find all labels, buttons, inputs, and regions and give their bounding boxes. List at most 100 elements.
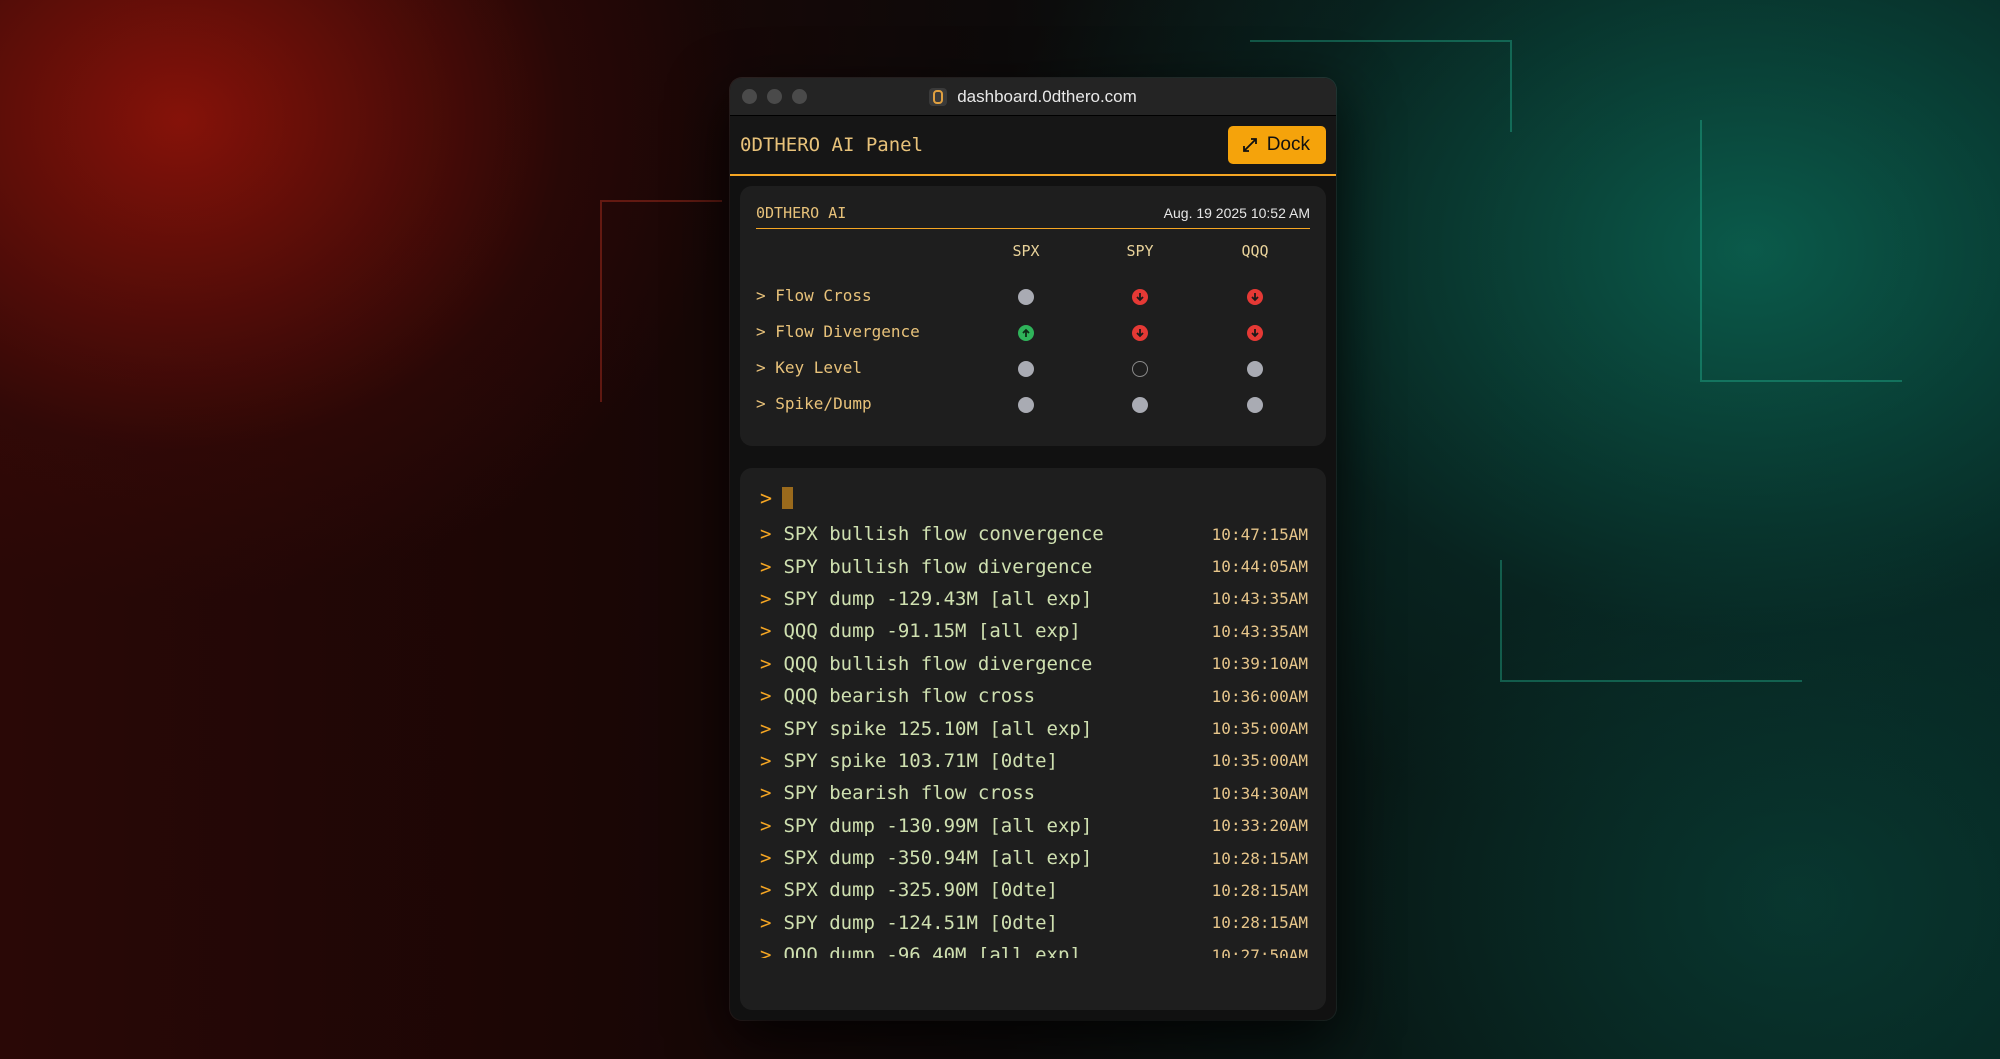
- log-entry[interactable]: > SPY bullish flow divergence 10:44:05AM: [760, 550, 1308, 582]
- arrow-up-icon: [1022, 328, 1030, 337]
- log-entry-time: 10:33:20AM: [1211, 816, 1308, 836]
- log-entry-text: SPX bullish flow convergence: [783, 523, 1104, 546]
- log-entry-message: > QQQ bullish flow divergence: [760, 653, 1092, 675]
- window-titlebar: dashboard.0dthero.com: [730, 78, 1336, 116]
- log-entry-caret: >: [760, 911, 772, 934]
- log-entry[interactable]: > SPY spike 125.10M [all exp] 10:35:00AM: [760, 712, 1308, 744]
- log-entry-message: > SPX dump -350.94M [all exp]: [760, 847, 1092, 869]
- log-entry-caret: >: [760, 587, 772, 610]
- log-entry[interactable]: > SPY dump -124.51M [0dte] 10:28:15AM: [760, 907, 1308, 939]
- arrow-down-icon: [1136, 329, 1144, 338]
- column-header-spx: SPX: [1012, 242, 1040, 260]
- log-entry-text: SPX dump -350.94M [all exp]: [783, 847, 1093, 870]
- log-entry-time: 10:39:10AM: [1211, 654, 1308, 674]
- alert-log-terminal: > > SPX bullish flow convergence 10:47:15A…: [740, 468, 1326, 1010]
- terminal-prompt[interactable]: >: [760, 486, 794, 510]
- panel-title: 0DTHERO AI Panel: [740, 134, 924, 156]
- signal-row-label[interactable]: > Key Level: [756, 358, 862, 377]
- log-entry-message: > SPY dump -129.43M [all exp]: [760, 588, 1092, 610]
- log-entry-text: SPY bullish flow divergence: [783, 555, 1093, 578]
- signal-indicator-neutral: [1018, 361, 1034, 377]
- arrow-down-icon: [1251, 293, 1259, 302]
- log-entry[interactable]: > SPY dump -129.43M [all exp] 10:43:35AM: [760, 583, 1308, 615]
- log-entry-time: 10:28:15AM: [1211, 848, 1308, 868]
- log-entry-text: QQQ dump -91.15M [all exp]: [783, 620, 1081, 643]
- signal-row-label[interactable]: > Spike/Dump: [756, 394, 872, 413]
- log-entry-caret: >: [760, 847, 772, 870]
- log-entry-caret: >: [760, 685, 772, 708]
- log-entry-time: 10:35:00AM: [1211, 751, 1308, 771]
- log-entry-message: > SPY dump -130.99M [all exp]: [760, 815, 1092, 837]
- minimize-window-button[interactable]: [767, 89, 782, 104]
- window-controls: [742, 89, 807, 104]
- address-bar[interactable]: dashboard.0dthero.com: [929, 87, 1137, 107]
- signal-row-label[interactable]: > Flow Cross: [756, 286, 872, 305]
- url-text: dashboard.0dthero.com: [957, 86, 1137, 106]
- log-entry[interactable]: > SPY bearish flow cross 10:34:30AM: [760, 777, 1308, 809]
- browser-window: dashboard.0dthero.com 0DTHERO AI Panel D…: [730, 78, 1336, 1020]
- signal-indicator-down: [1132, 325, 1148, 341]
- alert-log-list: > SPX bullish flow convergence 10:47:15AM >…: [760, 518, 1308, 958]
- log-entry-text: SPY bearish flow cross: [783, 782, 1036, 805]
- circuit-trace: [600, 200, 722, 402]
- log-entry-text: SPY spike 103.71M [0dte]: [783, 749, 1058, 772]
- circuit-trace: [1700, 120, 1902, 382]
- status-card-title: 0DTHERO AI: [756, 204, 847, 222]
- log-entry-text: SPY dump -124.51M [0dte]: [783, 911, 1058, 934]
- log-entry-message: > SPY spike 103.71M [0dte]: [760, 750, 1058, 772]
- log-entry-text: QQQ bearish flow cross: [783, 685, 1036, 708]
- log-entry-time: 10:43:35AM: [1211, 621, 1308, 641]
- log-entry-message: > SPY dump -124.51M [0dte]: [760, 912, 1058, 934]
- log-entry-caret: >: [760, 944, 772, 958]
- log-entry[interactable]: > SPX dump -350.94M [all exp] 10:28:15AM: [760, 842, 1308, 874]
- log-entry[interactable]: > SPY dump -130.99M [all exp] 10:33:20AM: [760, 810, 1308, 842]
- log-entry-time: 10:47:15AM: [1211, 524, 1308, 544]
- log-entry-message: > SPX dump -325.90M [0dte]: [760, 879, 1058, 901]
- signal-indicator-neutral: [1247, 397, 1263, 413]
- log-entry-time: 10:28:15AM: [1211, 880, 1308, 900]
- log-entry-text: QQQ dump -96.40M [all exp]: [783, 944, 1081, 958]
- log-entry-caret: >: [760, 620, 772, 643]
- log-entry[interactable]: > SPY spike 103.71M [0dte] 10:35:00AM: [760, 745, 1308, 777]
- column-header-spy: SPY: [1126, 242, 1154, 260]
- log-entry-message: > QQQ dump -96.40M [all exp]: [760, 944, 1081, 958]
- log-entry-time: 10:36:00AM: [1211, 686, 1308, 706]
- text-cursor: [782, 487, 794, 509]
- log-entry-message: > SPY bearish flow cross: [760, 782, 1035, 804]
- log-entry[interactable]: > QQQ dump -96.40M [all exp] 10:27:50AM: [760, 939, 1308, 958]
- log-entry-caret: >: [760, 523, 772, 546]
- log-entry-time: 10:28:15AM: [1211, 913, 1308, 933]
- arrow-down-icon: [1136, 293, 1144, 302]
- log-entry[interactable]: > SPX dump -325.90M [0dte] 10:28:15AM: [760, 874, 1308, 906]
- signal-indicator-empty: [1132, 361, 1148, 377]
- circuit-trace: [1500, 560, 1802, 682]
- log-entry[interactable]: > QQQ dump -91.15M [all exp] 10:43:35AM: [760, 615, 1308, 647]
- log-entry-text: SPX dump -325.90M [0dte]: [783, 879, 1058, 902]
- log-entry-caret: >: [760, 782, 772, 805]
- log-entry-text: QQQ bullish flow divergence: [783, 652, 1093, 675]
- signal-indicator-up: [1018, 325, 1034, 341]
- column-header-qqq: QQQ: [1241, 242, 1269, 260]
- dock-button[interactable]: Dock: [1227, 126, 1326, 164]
- log-entry-message: > QQQ dump -91.15M [all exp]: [760, 620, 1081, 642]
- signal-row-label[interactable]: > Flow Divergence: [756, 322, 920, 341]
- signal-indicator-down: [1132, 289, 1148, 305]
- expand-arrows-icon: [1242, 138, 1257, 152]
- log-entry[interactable]: > SPX bullish flow convergence 10:47:15AM: [760, 518, 1308, 550]
- log-entry-text: SPY spike 125.10M [all exp]: [783, 717, 1093, 740]
- log-entry[interactable]: > QQQ bullish flow divergence 10:39:10AM: [760, 648, 1308, 680]
- log-entry[interactable]: > QQQ bearish flow cross 10:36:00AM: [760, 680, 1308, 712]
- log-entry-time: 10:35:00AM: [1211, 719, 1308, 739]
- signal-indicator-neutral: [1018, 397, 1034, 413]
- status-card-header: 0DTHERO AI Aug. 19 2025 10:52 AM: [756, 198, 1310, 229]
- log-entry-time: 10:34:30AM: [1211, 783, 1308, 803]
- close-window-button[interactable]: [742, 89, 757, 104]
- signal-indicator-down: [1247, 325, 1263, 341]
- log-entry-caret: >: [760, 749, 772, 772]
- log-entry-caret: >: [760, 717, 772, 740]
- log-entry-message: > SPY spike 125.10M [all exp]: [760, 718, 1092, 740]
- signal-indicator-neutral: [1018, 289, 1034, 305]
- zoom-window-button[interactable]: [792, 89, 807, 104]
- signal-indicator-neutral: [1247, 361, 1263, 377]
- status-card-timestamp: Aug. 19 2025 10:52 AM: [1163, 205, 1310, 221]
